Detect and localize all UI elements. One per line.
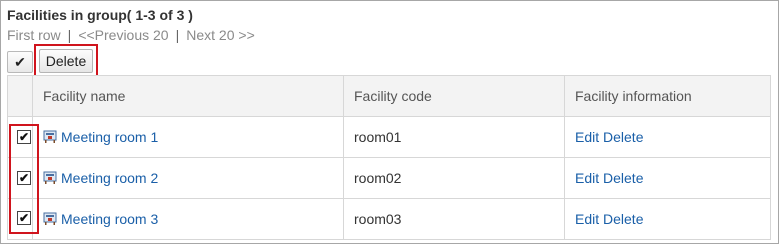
facility-icon xyxy=(43,130,57,143)
facility-name-cell: Meeting room 3 xyxy=(32,198,344,240)
facility-name-cell: Meeting room 1 xyxy=(32,116,344,158)
delete-link[interactable]: Delete xyxy=(603,170,643,186)
facility-icon xyxy=(43,171,57,184)
facility-code-cell: room02 xyxy=(343,157,565,199)
facility-name-cell: Meeting room 2 xyxy=(32,157,344,199)
edit-link[interactable]: Edit xyxy=(575,170,599,186)
previous-page-link[interactable]: <<Previous 20 xyxy=(78,27,168,43)
edit-link[interactable]: Edit xyxy=(575,211,599,227)
pagination: First row | <<Previous 20 | Next 20 >> xyxy=(7,27,255,43)
delete-link[interactable]: Delete xyxy=(603,211,643,227)
column-header-facility-code: Facility code xyxy=(343,75,565,117)
checkmark-icon: ✔ xyxy=(14,53,26,70)
table-row: Meeting room 3 room03 Edit Delete xyxy=(7,198,771,240)
table-header-row: Facility name Facility code Facility inf… xyxy=(7,75,771,117)
column-header-facility-name: Facility name xyxy=(32,75,344,117)
next-page-link[interactable]: Next 20 >> xyxy=(186,27,255,43)
facility-information-cell: Edit Delete xyxy=(564,198,771,240)
delete-button[interactable]: Delete xyxy=(39,49,93,73)
facility-name-link[interactable]: Meeting room 3 xyxy=(61,211,158,227)
pager-separator: | xyxy=(67,27,72,43)
facilities-table: Facility name Facility code Facility inf… xyxy=(7,75,771,240)
facility-information-cell: Edit Delete xyxy=(564,116,771,158)
facility-name-link[interactable]: Meeting room 2 xyxy=(61,170,158,186)
page-title: Facilities in group( 1-3 of 3 ) xyxy=(7,7,193,23)
select-column-header xyxy=(7,75,33,117)
facility-name-link[interactable]: Meeting room 1 xyxy=(61,129,158,145)
edit-link[interactable]: Edit xyxy=(575,129,599,145)
table-row: Meeting room 1 room01 Edit Delete xyxy=(7,116,771,158)
select-all-button[interactable]: ✔ xyxy=(7,51,33,73)
pager-separator: | xyxy=(175,27,180,43)
table-row: Meeting room 2 room02 Edit Delete xyxy=(7,157,771,199)
delete-link[interactable]: Delete xyxy=(603,129,643,145)
facilities-panel: Facilities in group( 1-3 of 3 ) First ro… xyxy=(0,0,779,244)
facility-icon xyxy=(43,212,57,225)
facility-information-cell: Edit Delete xyxy=(564,157,771,199)
row-checkbox[interactable]: ✔ xyxy=(17,130,31,144)
facility-code-cell: room03 xyxy=(343,198,565,240)
row-checkbox[interactable]: ✔ xyxy=(17,211,31,225)
row-checkbox[interactable]: ✔ xyxy=(17,171,31,185)
first-row-link[interactable]: First row xyxy=(7,27,61,43)
column-header-facility-information: Facility information xyxy=(564,75,771,117)
facility-code-cell: room01 xyxy=(343,116,565,158)
